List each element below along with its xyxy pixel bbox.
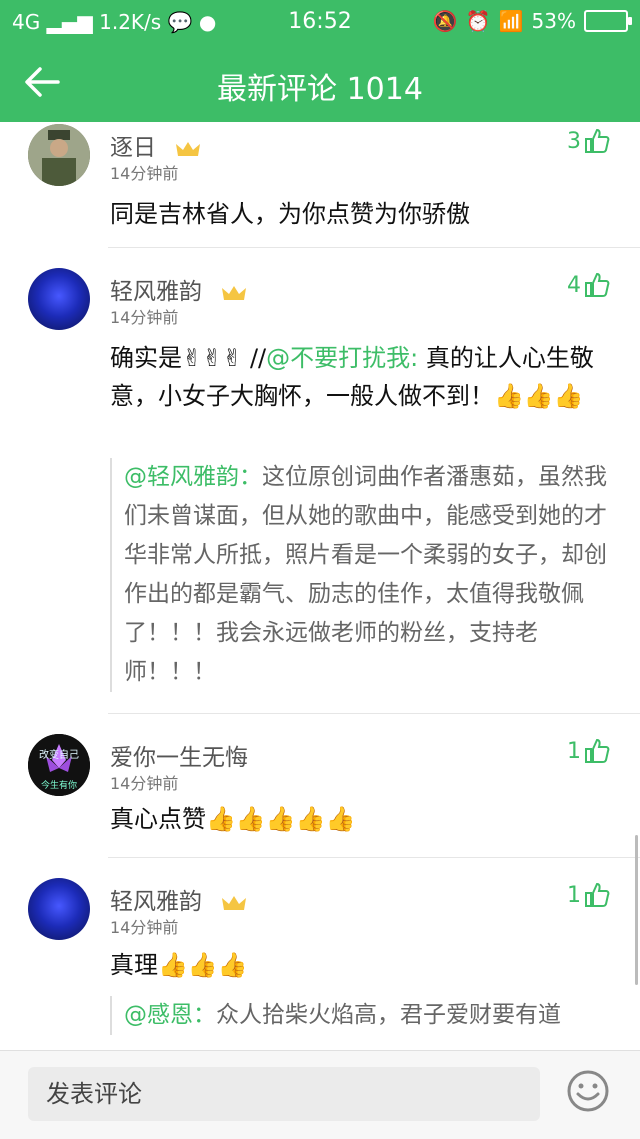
comment-input[interactable]: 发表评论: [28, 1067, 540, 1121]
wifi-icon: 📶: [498, 9, 524, 33]
alarm-icon: ⏰: [465, 9, 491, 33]
thumbs-up-icon: [585, 738, 610, 763]
comment-time: 14分钟前: [110, 164, 179, 183]
scrollbar[interactable]: [635, 835, 638, 985]
comment-item: 改变自己 今生有你 爱你一生无悔 14分钟前 1 真心点赞👍👍👍👍👍: [0, 734, 640, 858]
avatar[interactable]: 改变自己 今生有你: [28, 734, 90, 796]
avatar-image: [28, 124, 90, 186]
username-text: 轻风雅韵: [110, 279, 202, 305]
avatar[interactable]: [28, 124, 90, 186]
comment-item: 轻风雅韵 14分钟前 4 确实是✌✌✌ //@不要打扰我: 真的让人心生敬意，小…: [0, 268, 640, 714]
username[interactable]: 轻风雅韵: [110, 272, 247, 306]
battery-icon: [584, 10, 632, 32]
comment-item: 轻风雅韵 14分钟前 1 真理👍👍👍 @感恩：众人拾柴火焰高，君子爱财要有道: [0, 878, 640, 1050]
comment-time: 14分钟前: [110, 918, 179, 937]
avatar-image: 改变自己 今生有你: [28, 734, 90, 796]
comment-text: 同是吉林省人，为你点赞为你骄傲: [110, 200, 470, 228]
divider: [108, 247, 640, 248]
like-button[interactable]: 3: [567, 128, 610, 154]
thumbs-up-icon: [585, 128, 610, 153]
comment-text: 真理👍👍👍: [110, 951, 248, 979]
quoted-comment[interactable]: @感恩：众人拾柴火焰高，君子爱财要有道: [110, 996, 629, 1035]
mention-link[interactable]: @不要打扰我:: [266, 344, 418, 372]
status-right: 🔕 ⏰ 📶 53%: [432, 9, 632, 33]
comment-list[interactable]: 逐日 14分钟前 3 同是吉林省人，为你点赞为你骄傲 轻风雅韵 14分钟前 4: [0, 122, 640, 1050]
username-text: 逐日: [110, 135, 156, 161]
avatar[interactable]: [28, 878, 90, 940]
page-title: 最新评论 1014: [217, 72, 423, 107]
quoted-comment[interactable]: @轻风雅韵：这位原创词曲作者潘惠茹，虽然我们未曾谋面，但从她的歌曲中，能感受到她…: [110, 458, 629, 692]
comment-text: 真心点赞👍👍👍👍👍: [110, 805, 356, 833]
crown-badge-icon: [176, 141, 201, 156]
comment-item: 逐日 14分钟前 3 同是吉林省人，为你点赞为你骄傲: [0, 122, 640, 248]
avatar-caption-bottom: 今生有你: [41, 779, 77, 791]
like-button[interactable]: 1: [567, 738, 610, 764]
mute-icon: 🔕: [432, 9, 458, 33]
app-bar: 最新评论 1014: [0, 44, 640, 122]
crown-badge-icon: [222, 895, 247, 910]
like-button[interactable]: 4: [567, 272, 610, 298]
username-text: 轻风雅韵: [110, 889, 202, 915]
like-button[interactable]: 1: [567, 882, 610, 908]
quote-text: 众人拾柴火焰高，君子爱财要有道: [216, 1002, 561, 1028]
like-count: 1: [567, 739, 581, 764]
quote-text: 这位原创词曲作者潘惠茹，虽然我们未曾谋面，但从她的歌曲中，能感受到她的才华非常人…: [124, 464, 607, 685]
divider: [108, 713, 640, 714]
username[interactable]: 轻风雅韵: [110, 882, 247, 916]
avatar[interactable]: [28, 268, 90, 330]
comment-text-prefix: 确实是✌✌✌ //: [110, 344, 267, 372]
quote-mention-link[interactable]: @感恩：: [124, 1002, 216, 1028]
comment-input-bar: 发表评论: [0, 1050, 640, 1139]
thumbs-up-icon: [585, 272, 610, 297]
comment-time: 14分钟前: [110, 774, 179, 793]
status-bar: 4G ▂▄▆ 1.2K/s 💬 ● 16:52 🔕 ⏰ 📶 53%: [0, 0, 640, 44]
divider: [108, 857, 640, 858]
battery-label: 53%: [531, 9, 576, 33]
username[interactable]: 逐日: [110, 128, 201, 162]
thumbs-up-icon: [585, 882, 610, 907]
comment-text: 确实是✌✌✌ //@不要打扰我: 真的让人心生敬意，小女子大胸怀，一般人做不到！…: [110, 339, 615, 415]
comment-time: 14分钟前: [110, 308, 179, 327]
crown-badge-icon: [222, 285, 247, 300]
quote-mention-link[interactable]: @轻风雅韵：: [124, 464, 262, 490]
like-count: 1: [567, 883, 581, 908]
like-count: 3: [567, 129, 581, 154]
username-text: 爱你一生无悔: [110, 745, 248, 771]
emoji-icon[interactable]: [566, 1069, 610, 1113]
like-count: 4: [567, 273, 581, 298]
avatar-caption-top: 改变自己: [39, 748, 79, 761]
username[interactable]: 爱你一生无悔: [110, 738, 248, 772]
